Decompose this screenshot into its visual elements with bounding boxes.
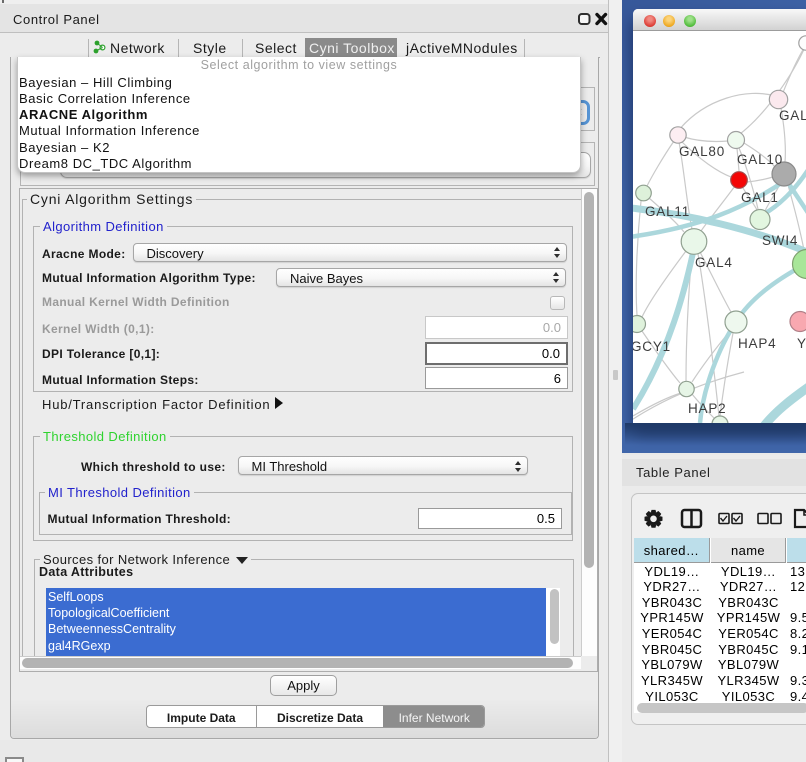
svg-text:GAL4: GAL4 [695, 255, 733, 270]
svg-text:GAL80: GAL80 [679, 144, 725, 159]
svg-text:GCY1: GCY1 [633, 339, 671, 354]
svg-text:GAL11: GAL11 [645, 204, 690, 219]
svg-text:GAL10: GAL10 [737, 152, 783, 167]
svg-text:GAL: GAL [779, 108, 806, 123]
svg-text:GAL1: GAL1 [741, 190, 779, 205]
svg-text:HAP4: HAP4 [738, 336, 776, 351]
svg-text:HAP2: HAP2 [688, 401, 726, 416]
svg-text:Y: Y [797, 336, 806, 351]
svg-text:SWI4: SWI4 [762, 233, 798, 248]
